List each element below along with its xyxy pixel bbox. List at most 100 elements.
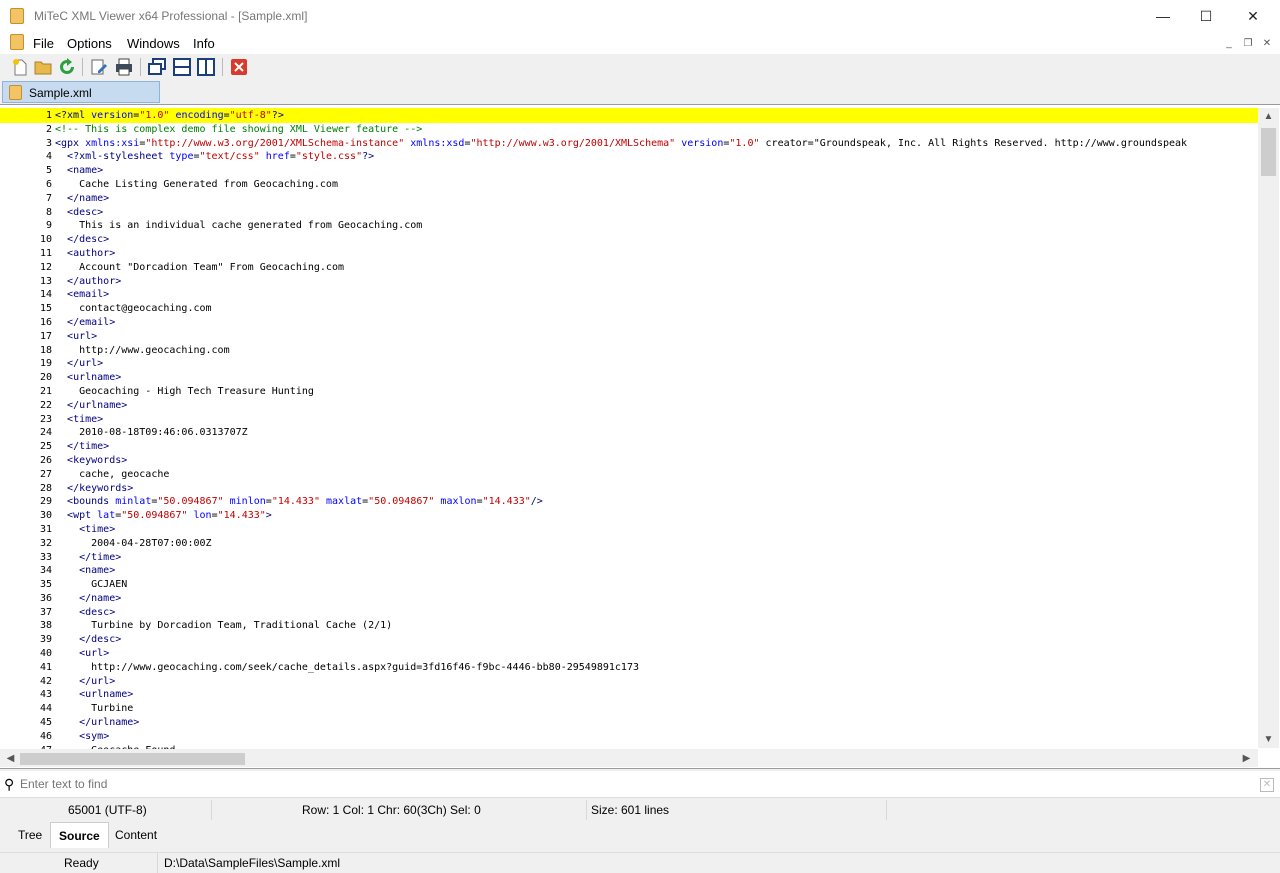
line-number: 10 [39, 234, 52, 246]
code-line[interactable]: http://www.geocaching.com/seek/cache_det… [55, 661, 1258, 675]
refresh-button[interactable] [56, 56, 78, 78]
code-line[interactable]: </url> [55, 357, 1258, 371]
code-line[interactable]: </urlname> [55, 716, 1258, 730]
code-line[interactable]: <keywords> [55, 454, 1258, 468]
code-line[interactable]: <name> [55, 164, 1258, 178]
code-line[interactable]: 2010-08-18T09:46:06.0313707Z [55, 426, 1258, 440]
line-number: 2 [45, 123, 52, 135]
code-line[interactable]: <urlname> [55, 688, 1258, 702]
close-button[interactable]: ✕ [1230, 0, 1276, 32]
line-number: 1 [45, 110, 52, 121]
code-line[interactable]: </urlname> [55, 399, 1258, 413]
clear-find-icon[interactable]: ✕ [1260, 778, 1274, 792]
code-line[interactable]: <gpx xmlns:xsi="http://www.w3.org/2001/X… [55, 137, 1258, 151]
code-line[interactable]: This is an individual cache generated fr… [55, 219, 1258, 233]
code-line[interactable]: GCJAEN [55, 578, 1258, 592]
tab-label: Sample.xml [29, 86, 92, 100]
tab-tree[interactable]: Tree [10, 822, 50, 848]
code-line[interactable]: </keywords> [55, 482, 1258, 496]
app-icon [10, 8, 24, 24]
title-bar: MiTeC XML Viewer x64 Professional - [Sam… [0, 0, 1280, 32]
code-line[interactable]: Turbine by Dorcadion Team, Traditional C… [55, 619, 1258, 633]
toolbar-separator [140, 58, 141, 76]
code-line[interactable]: <desc> [55, 206, 1258, 220]
menu-info[interactable]: Info [193, 36, 215, 51]
mdi-minimize-button[interactable]: _ [1222, 37, 1236, 50]
code-line[interactable]: 2004-04-28T07:00:00Z [55, 537, 1258, 551]
print-button[interactable] [113, 56, 135, 78]
menu-file[interactable]: File [33, 36, 54, 51]
mdi-close-button[interactable]: ✕ [1260, 37, 1274, 50]
code-line[interactable]: <url> [55, 647, 1258, 661]
document-tabs: Sample.xml [0, 80, 1280, 104]
tab-content[interactable]: Content [107, 822, 165, 848]
tile-vertical-button[interactable] [195, 56, 217, 78]
code-line[interactable]: <?xml version="1.0" encoding="utf-8"?> [55, 109, 1258, 123]
binoculars-icon[interactable]: ⚲ [4, 776, 14, 793]
tile-horizontal-button[interactable] [171, 56, 193, 78]
open-file-button[interactable] [32, 56, 54, 78]
scroll-up-icon[interactable]: ▲ [1260, 108, 1277, 125]
line-number: 37 [39, 606, 52, 618]
code-line[interactable]: <author> [55, 247, 1258, 261]
code-line[interactable]: Geocaching - High Tech Treasure Hunting [55, 385, 1258, 399]
code-line[interactable]: </name> [55, 592, 1258, 606]
code-line[interactable]: <time> [55, 413, 1258, 427]
line-number: 31 [39, 523, 52, 535]
code-line[interactable]: </desc> [55, 233, 1258, 247]
mdi-restore-button[interactable]: ❐ [1241, 37, 1255, 50]
document-icon[interactable] [10, 34, 24, 50]
minimize-button[interactable]: — [1140, 0, 1186, 32]
scroll-left-icon[interactable]: ◀ [2, 750, 19, 767]
code-line[interactable]: </desc> [55, 633, 1258, 647]
source-editor[interactable]: 1 2 3 4 5 6 7 8 9 10 11 12 13 14 15 16 17 18 19 20 21 22 23 24 2… [0, 104, 1280, 769]
horizontal-scrollbar[interactable]: ◀ ▶ [0, 749, 1258, 767]
code-line[interactable]: http://www.geocaching.com [55, 344, 1258, 358]
find-input[interactable] [20, 775, 1250, 793]
size-status: Size: 601 lines [587, 800, 887, 820]
line-number: 25 [39, 441, 52, 453]
horizontal-scroll-thumb[interactable] [20, 753, 245, 765]
vertical-scroll-thumb[interactable] [1261, 128, 1276, 176]
code-line[interactable]: </author> [55, 275, 1258, 289]
scroll-right-icon[interactable]: ▶ [1238, 750, 1255, 767]
code-line[interactable]: <!-- This is complex demo file showing X… [55, 123, 1258, 137]
code-line[interactable]: <email> [55, 288, 1258, 302]
code-line[interactable]: <time> [55, 523, 1258, 537]
code-line[interactable]: </time> [55, 551, 1258, 565]
line-number: 11 [39, 247, 52, 259]
code-line[interactable]: </email> [55, 316, 1258, 330]
code-line[interactable]: <bounds minlat="50.094867" minlon="14.43… [55, 495, 1258, 509]
scroll-down-icon[interactable]: ▼ [1260, 731, 1277, 748]
tab-sample-xml[interactable]: Sample.xml [2, 81, 160, 103]
code-line[interactable]: </url> [55, 675, 1258, 689]
code-line[interactable]: Account "Dorcadion Team" From Geocaching… [55, 261, 1258, 275]
code-line[interactable]: <url> [55, 330, 1258, 344]
line-number: 13 [39, 275, 52, 287]
code-line[interactable]: <?xml-stylesheet type="text/css" href="s… [55, 150, 1258, 164]
close-document-button[interactable] [228, 56, 250, 78]
maximize-button[interactable]: ☐ [1183, 0, 1229, 32]
code-line[interactable]: <name> [55, 564, 1258, 578]
code-line[interactable]: Turbine [55, 702, 1258, 716]
toolbar-separator [82, 58, 83, 76]
encoding-status: 65001 (UTF-8) [0, 800, 212, 820]
code-line[interactable]: <desc> [55, 606, 1258, 620]
code-line[interactable]: contact@geocaching.com [55, 302, 1258, 316]
code-line[interactable]: <sym> [55, 730, 1258, 744]
code-line[interactable]: <wpt lat="50.094867" lon="14.433"> [55, 509, 1258, 523]
new-file-button[interactable] [9, 56, 31, 78]
tab-source[interactable]: Source [50, 822, 109, 848]
cascade-windows-button[interactable] [146, 56, 168, 78]
code-line[interactable]: Cache Listing Generated from Geocaching.… [55, 178, 1258, 192]
code-line[interactable]: </time> [55, 440, 1258, 454]
code-line[interactable]: </name> [55, 192, 1258, 206]
code-line[interactable]: cache, geocache [55, 468, 1258, 482]
menu-options[interactable]: Options [67, 36, 112, 51]
line-number: 3 [45, 137, 52, 149]
menu-windows[interactable]: Windows [127, 36, 180, 51]
code-line[interactable]: <urlname> [55, 371, 1258, 385]
vertical-scrollbar[interactable]: ▲ ▼ [1258, 108, 1279, 748]
code-area[interactable]: <?xml version="1.0" encoding="utf-8"?> <!… [55, 109, 1258, 757]
edit-button[interactable] [88, 56, 110, 78]
